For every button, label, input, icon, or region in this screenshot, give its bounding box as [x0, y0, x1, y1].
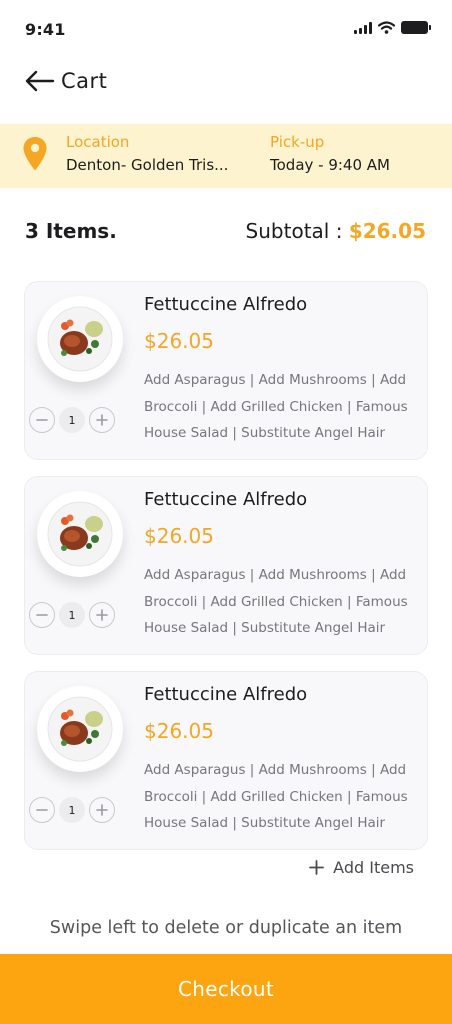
subtotal: Subtotal : $26.05 [246, 219, 426, 243]
location-bar[interactable]: Location Denton- Golden Tris... Pick-up … [0, 124, 452, 188]
quantity-stepper: 1 [29, 407, 115, 433]
cart-item-card[interactable]: 1 Fettuccine Alfredo $26.05 Add Asparagu… [24, 671, 428, 850]
pickup-label: Pick-up [270, 133, 325, 151]
cart-summary: 3 Items. Subtotal : $26.05 [25, 214, 426, 248]
item-modifiers: Add Asparagus | Add Mushrooms | Add Broc… [144, 762, 408, 831]
quantity-value: 1 [59, 602, 85, 628]
quantity-value: 1 [59, 797, 85, 823]
add-items-label: Add Items [333, 858, 414, 877]
location-label: Location [66, 133, 130, 151]
pickup-value: Today - 9:40 AM [270, 156, 390, 174]
quantity-value: 1 [59, 407, 85, 433]
plus-icon [96, 414, 108, 426]
increase-quantity-button[interactable] [89, 797, 115, 823]
signal-icon [354, 21, 372, 34]
dish-image [37, 686, 123, 772]
plus-icon [96, 609, 108, 621]
dish-image [37, 491, 123, 577]
back-button[interactable]: Cart [25, 69, 107, 93]
location-info[interactable]: Location Denton- Golden Tris... [66, 132, 242, 176]
minus-icon [36, 419, 48, 421]
status-icons [354, 21, 431, 34]
location-value: Denton- Golden Tris... [66, 156, 229, 174]
item-modifiers: Add Asparagus | Add Mushrooms | Add Broc… [144, 372, 408, 441]
plus-icon [309, 860, 325, 875]
status-time: 9:41 [25, 20, 66, 39]
dish-image [37, 296, 123, 382]
increase-quantity-button[interactable] [89, 602, 115, 628]
add-items-button[interactable]: Add Items [309, 858, 414, 877]
item-modifiers: Add Asparagus | Add Mushrooms | Add Broc… [144, 567, 408, 636]
increase-quantity-button[interactable] [89, 407, 115, 433]
items-count: 3 Items. [25, 219, 117, 243]
plus-icon [96, 804, 108, 816]
item-price: $26.05 [144, 329, 214, 353]
header: Cart [25, 64, 107, 98]
status-bar: 9:41 [0, 0, 452, 56]
checkout-label: Checkout [178, 977, 274, 1001]
quantity-stepper: 1 [29, 602, 115, 628]
battery-icon [401, 21, 431, 34]
item-name: Fettuccine Alfredo [144, 684, 308, 705]
back-arrow-icon [25, 70, 55, 92]
subtotal-amount: $26.05 [348, 219, 426, 243]
item-price: $26.05 [144, 524, 214, 548]
cart-item-card[interactable]: 1 Fettuccine Alfredo $26.05 Add Asparagu… [24, 281, 428, 460]
pickup-info[interactable]: Pick-up Today - 9:40 AM [270, 132, 390, 176]
decrease-quantity-button[interactable] [29, 407, 55, 433]
page-title: Cart [61, 69, 108, 93]
quantity-stepper: 1 [29, 797, 115, 823]
cart-item-card[interactable]: 1 Fettuccine Alfredo $26.05 Add Asparagu… [24, 476, 428, 655]
item-name: Fettuccine Alfredo [144, 294, 308, 315]
swipe-hint: Swipe left to delete or duplicate an ite… [49, 918, 403, 938]
item-name: Fettuccine Alfredo [144, 489, 308, 510]
checkout-button[interactable]: Checkout [0, 954, 452, 1024]
subtotal-label: Subtotal : [245, 219, 349, 243]
wifi-icon [378, 21, 395, 34]
decrease-quantity-button[interactable] [29, 797, 55, 823]
minus-icon [36, 614, 48, 616]
item-price: $26.05 [144, 719, 214, 743]
minus-icon [36, 809, 48, 811]
location-pin-icon [23, 137, 47, 171]
decrease-quantity-button[interactable] [29, 602, 55, 628]
